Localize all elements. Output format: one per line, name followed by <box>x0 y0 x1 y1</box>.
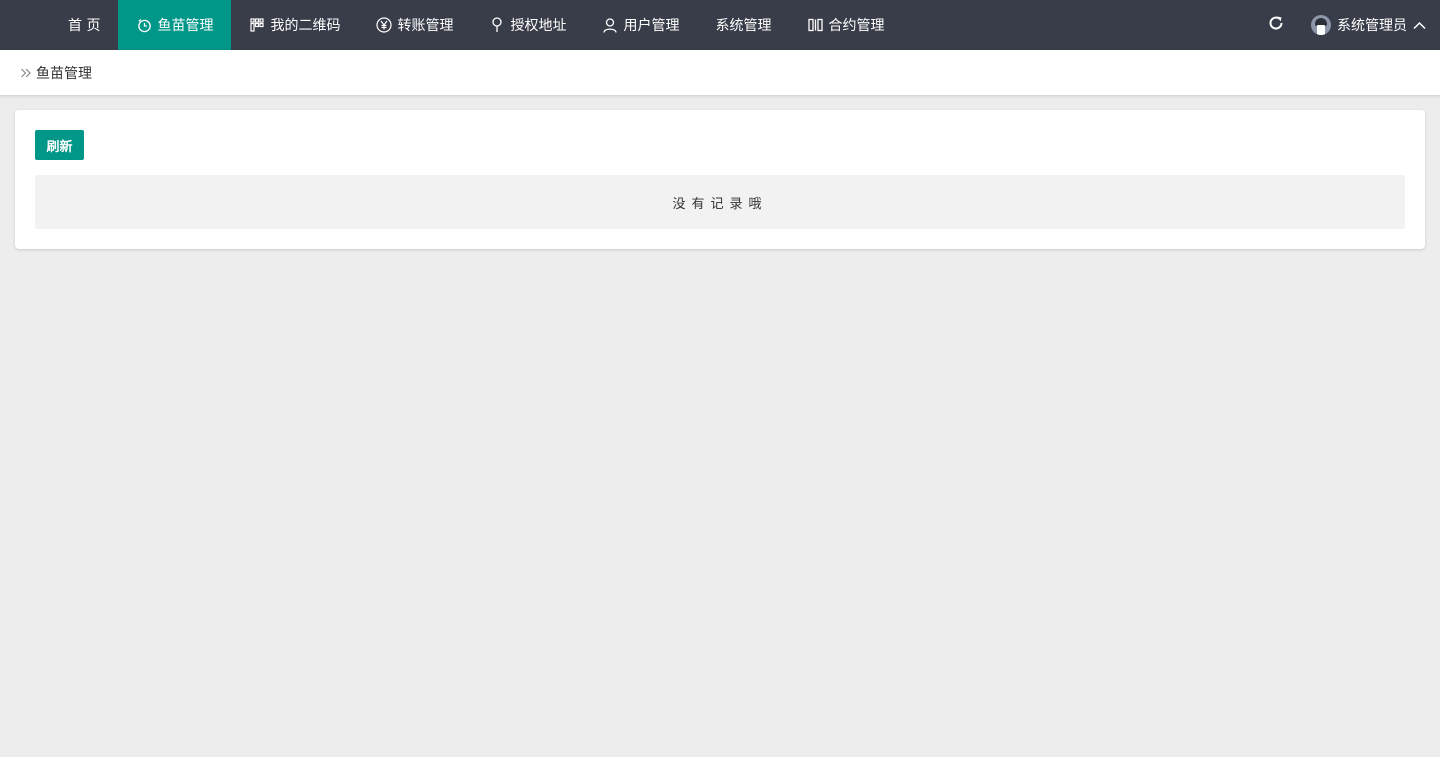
empty-state: 没有记录哦 <box>35 175 1405 229</box>
nav-item-user-management[interactable]: 用户管理 <box>584 0 697 50</box>
grid-icon <box>249 17 265 33</box>
yen-icon <box>376 17 393 33</box>
nav-item-label: 授权地址 <box>510 18 567 34</box>
top-navigation-bar: 首 页 鱼苗管理 我的二维码 转账管理 授权地址 用户管理 系统管理 合约管理 … <box>0 0 1440 50</box>
nav-item-authorized-address[interactable]: 授权地址 <box>471 0 584 50</box>
page-refresh-button[interactable] <box>1261 0 1291 50</box>
nav-item-home[interactable]: 首 页 <box>50 0 118 50</box>
nav-item-fry-management[interactable]: 鱼苗管理 <box>118 0 232 50</box>
nav-item-label: 系统管理 <box>715 18 772 34</box>
contract-icon <box>807 17 823 33</box>
user-menu[interactable]: 系统管理员 <box>1311 15 1426 35</box>
nav-item-label: 鱼苗管理 <box>157 18 214 34</box>
refresh-icon <box>1268 15 1284 35</box>
nav-item-label: 我的二维码 <box>270 18 341 34</box>
nav-item-my-qrcode[interactable]: 我的二维码 <box>231 0 358 50</box>
nav-item-label: 用户管理 <box>623 18 680 34</box>
nav-item-system-management[interactable]: 系统管理 <box>697 0 789 50</box>
header-tools: 系统管理员 <box>1261 0 1426 50</box>
nav-item-contract-management[interactable]: 合约管理 <box>789 0 902 50</box>
main-nav: 首 页 鱼苗管理 我的二维码 转账管理 授权地址 用户管理 系统管理 合约管理 <box>50 0 902 50</box>
content-card: 刷新 没有记录哦 <box>15 110 1425 249</box>
user-name: 系统管理员 <box>1337 18 1407 34</box>
nav-item-label: 转账管理 <box>397 18 454 34</box>
breadcrumb: 鱼苗管理 <box>0 50 1440 95</box>
double-chevron-right-icon <box>20 67 32 79</box>
timer-icon <box>136 17 152 33</box>
nav-item-label: 合约管理 <box>828 18 885 34</box>
chevron-up-icon <box>1413 21 1426 30</box>
nav-item-label: 首 页 <box>68 18 101 34</box>
avatar <box>1311 15 1331 35</box>
location-pin-icon <box>489 17 505 33</box>
breadcrumb-current: 鱼苗管理 <box>36 65 92 82</box>
refresh-button[interactable]: 刷新 <box>35 130 84 160</box>
nav-item-transfer-management[interactable]: 转账管理 <box>358 0 471 50</box>
user-icon <box>602 17 618 33</box>
